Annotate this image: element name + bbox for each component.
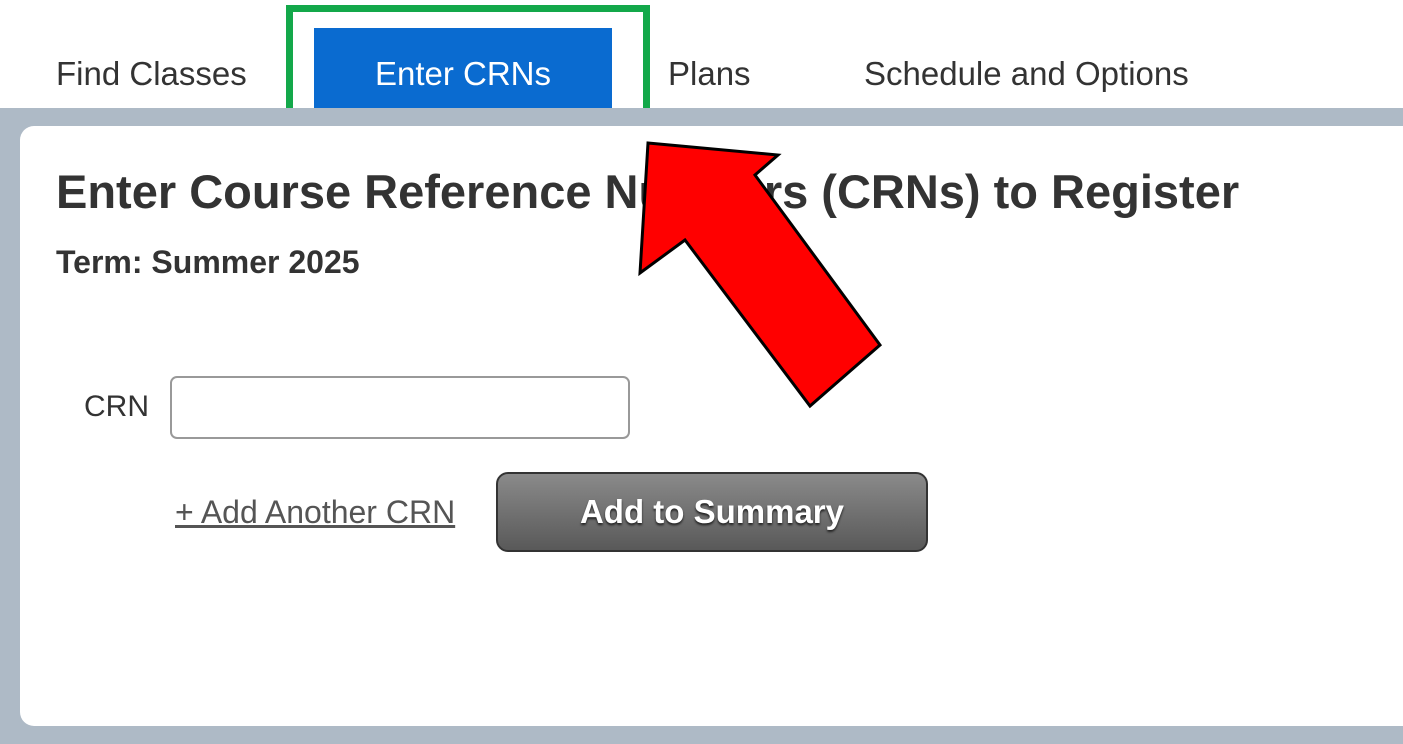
- tab-bar: Find Classes Enter CRNs Plans Schedule a…: [0, 28, 1403, 108]
- tab-enter-crns[interactable]: Enter CRNs: [314, 28, 612, 108]
- add-to-summary-button[interactable]: Add to Summary: [496, 472, 928, 552]
- content-frame: Enter Course Reference Numbers (CRNs) to…: [0, 108, 1403, 744]
- crn-input[interactable]: [170, 376, 630, 439]
- crn-label: CRN: [84, 390, 149, 423]
- tab-plans[interactable]: Plans: [668, 28, 751, 108]
- term-label: Term: Summer 2025: [56, 244, 360, 280]
- tab-schedule-and-options[interactable]: Schedule and Options: [864, 28, 1189, 108]
- page-title: Enter Course Reference Numbers (CRNs) to…: [56, 165, 1240, 218]
- registration-page: Find Classes Enter CRNs Plans Schedule a…: [0, 0, 1403, 744]
- add-another-crn-link[interactable]: + Add Another CRN: [175, 494, 455, 531]
- crn-panel: Enter Course Reference Numbers (CRNs) to…: [20, 126, 1403, 726]
- tab-find-classes[interactable]: Find Classes: [56, 28, 247, 108]
